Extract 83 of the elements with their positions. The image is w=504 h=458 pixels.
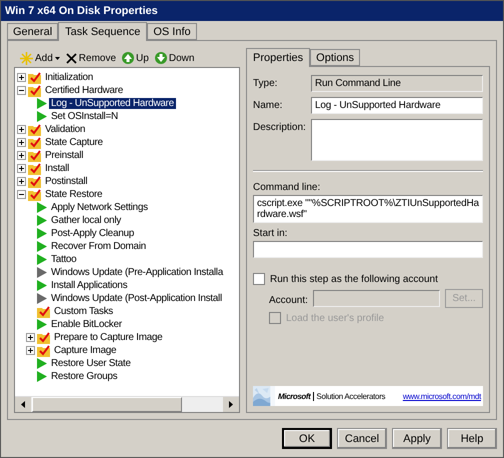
tree-item[interactable]: Tattoo bbox=[49, 254, 78, 265]
tree-item[interactable]: Enable BitLocker bbox=[49, 319, 124, 330]
tree-item[interactable]: Initialization bbox=[43, 72, 96, 83]
folder-check-icon bbox=[37, 306, 50, 318]
folder-check-icon bbox=[28, 72, 41, 84]
expand-icon[interactable] bbox=[17, 151, 26, 160]
field-label: Command line: bbox=[253, 182, 322, 193]
field-label: Start in: bbox=[253, 228, 288, 239]
toolbar-button[interactable]: Add bbox=[20, 52, 60, 64]
start-in-field[interactable] bbox=[253, 241, 483, 258]
sparkle-icon bbox=[20, 52, 33, 64]
folder-check-icon bbox=[37, 332, 50, 344]
field-label: Type: bbox=[253, 77, 278, 89]
tree-item[interactable]: Set OSInstall=N bbox=[49, 111, 120, 122]
tab[interactable]: Options bbox=[310, 49, 360, 66]
tree-item[interactable]: Custom Tasks bbox=[52, 306, 116, 317]
toolbar-button[interactable]: Up bbox=[122, 52, 149, 64]
tree-item[interactable]: Capture Image bbox=[52, 345, 118, 356]
collapse-icon[interactable] bbox=[17, 190, 26, 199]
expand-icon[interactable] bbox=[17, 125, 26, 134]
checkbox-label: Load the user's profile bbox=[286, 312, 384, 324]
expand-icon[interactable] bbox=[17, 138, 26, 147]
tree-item[interactable]: Prepare to Capture Image bbox=[52, 332, 164, 343]
scroll-right-icon[interactable] bbox=[223, 397, 239, 412]
field-label: Description: bbox=[253, 121, 307, 133]
tab[interactable]: General bbox=[7, 23, 58, 40]
expand-icon[interactable] bbox=[26, 346, 35, 355]
tree-item[interactable]: Log - UnSupported Hardware bbox=[49, 98, 176, 109]
tree-item[interactable]: Postinstall bbox=[43, 176, 90, 187]
tree-item[interactable]: Preinstall bbox=[43, 150, 86, 161]
command-line-field[interactable]: cscript.exe ""%SCRIPTROOT%\ZTIUnSupportedHardware.wsf" bbox=[253, 195, 483, 223]
tree-item[interactable]: Post-Apply Cleanup bbox=[49, 228, 136, 239]
folder-check-icon bbox=[28, 150, 41, 162]
tree-item[interactable]: Install Applications bbox=[49, 280, 130, 291]
type-field: Run Command Line bbox=[311, 75, 483, 92]
tab[interactable]: Task Sequence bbox=[58, 22, 148, 41]
tree-item[interactable]: Recover From Domain bbox=[49, 241, 148, 252]
caret-icon bbox=[54, 56, 60, 60]
scroll-left-icon[interactable] bbox=[15, 397, 31, 412]
dialog-button[interactable]: Cancel bbox=[337, 428, 387, 449]
website-link[interactable]: www.microsoft.com/mdt bbox=[402, 392, 481, 400]
tab[interactable]: OS Info bbox=[147, 23, 197, 40]
dialog-button[interactable]: OK bbox=[282, 428, 332, 449]
tree-item[interactable]: Install bbox=[43, 163, 72, 174]
folder-check-icon bbox=[28, 136, 41, 148]
expand-icon[interactable] bbox=[17, 73, 26, 82]
tree-item[interactable]: Apply Network Settings bbox=[49, 202, 150, 213]
field-label: Name: bbox=[253, 99, 284, 111]
dialog-button[interactable]: Help bbox=[447, 428, 497, 449]
checkbox[interactable] bbox=[253, 273, 265, 285]
folder-check-icon bbox=[28, 176, 41, 188]
folder-check-icon bbox=[37, 344, 50, 356]
dialog-button[interactable]: Apply bbox=[392, 428, 442, 449]
folder-check-icon bbox=[28, 188, 41, 200]
field-label: Account: bbox=[269, 294, 308, 306]
brand-logo: Microsoft bbox=[278, 392, 310, 400]
window-title: Win 7 x64 On Disk Properties bbox=[1, 1, 503, 21]
close-icon bbox=[66, 52, 77, 64]
scroll-thumb[interactable] bbox=[32, 397, 182, 412]
folder-check-icon bbox=[28, 84, 41, 96]
folder-check-icon bbox=[28, 124, 41, 136]
arrow-down-icon bbox=[154, 52, 167, 64]
tree-item[interactable]: Gather local only bbox=[49, 215, 123, 226]
description-field[interactable] bbox=[311, 119, 483, 161]
toolbar-button[interactable]: Remove bbox=[66, 52, 116, 64]
tree-item[interactable]: Restore Groups bbox=[49, 371, 120, 382]
collapse-icon[interactable] bbox=[17, 86, 26, 95]
expand-icon[interactable] bbox=[26, 333, 35, 342]
folder-check-icon bbox=[28, 162, 41, 174]
toolbar-button[interactable]: Down bbox=[154, 52, 194, 64]
product-name: Solution Accelerators bbox=[313, 392, 386, 400]
expand-icon[interactable] bbox=[17, 177, 26, 186]
tree-item[interactable]: Certified Hardware bbox=[43, 85, 125, 96]
tree-item[interactable]: State Restore bbox=[43, 189, 104, 200]
expand-icon[interactable] bbox=[17, 164, 26, 173]
arrow-up-icon bbox=[122, 52, 134, 64]
tree-item[interactable]: Validation bbox=[43, 124, 88, 135]
horizontal-scrollbar[interactable] bbox=[15, 396, 239, 412]
tab[interactable]: Properties bbox=[246, 48, 310, 67]
name-field[interactable]: Log - UnSupported Hardware bbox=[311, 97, 483, 114]
tree-item[interactable]: Restore User State bbox=[49, 358, 133, 369]
checkbox-label: Run this step as the following account bbox=[270, 274, 438, 284]
tree-item[interactable]: State Capture bbox=[43, 137, 105, 148]
